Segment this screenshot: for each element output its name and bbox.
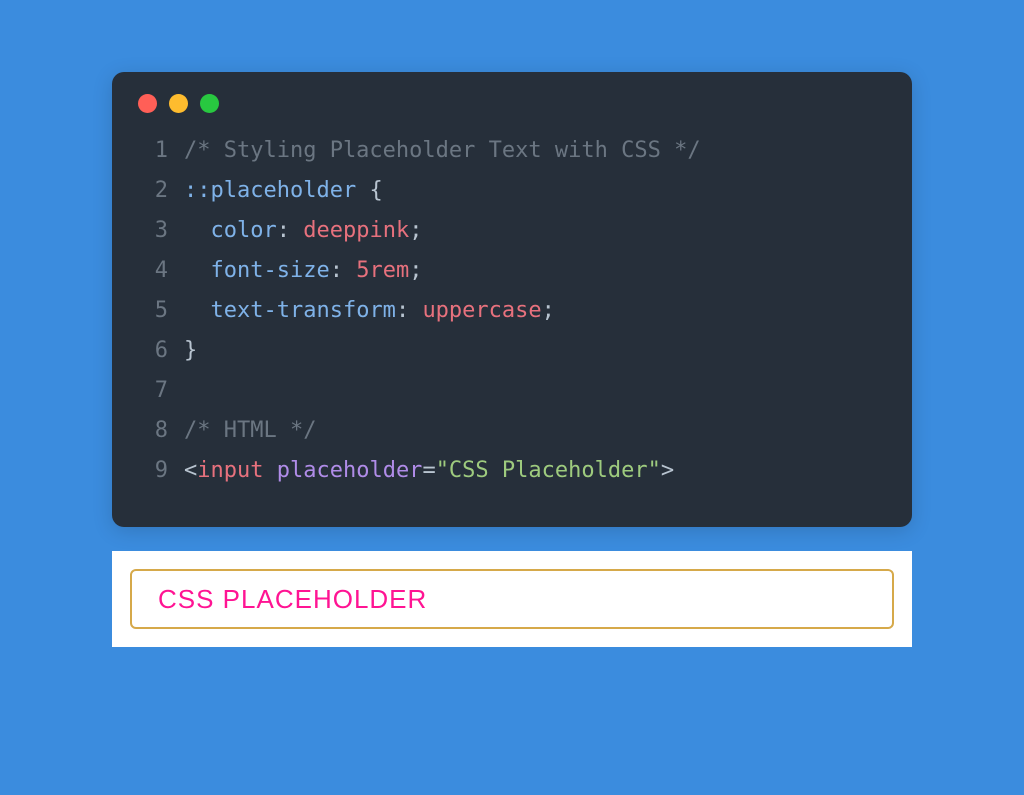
- code-token: placeholder: [211, 178, 370, 203]
- maximize-icon[interactable]: [200, 94, 219, 113]
- code-token: {: [369, 178, 382, 203]
- code-token: rem: [369, 258, 409, 283]
- line-number: 2: [138, 171, 168, 211]
- code-editor-window: 1 /* Styling Placeholder Text with CSS */…: [112, 72, 912, 527]
- line-number: 4: [138, 251, 168, 291]
- code-token: input: [197, 458, 276, 483]
- code-line: 2::placeholder {: [138, 171, 886, 211]
- code-token: ::: [184, 178, 211, 203]
- line-content: <input placeholder="CSS Placeholder">: [184, 451, 674, 491]
- code-line: 5 text-transform: uppercase;: [138, 291, 886, 331]
- code-token: [184, 258, 211, 283]
- code-line: 4 font-size: 5rem;: [138, 251, 886, 291]
- code-token: /* HTML */: [184, 418, 316, 443]
- code-line: 6}: [138, 331, 886, 371]
- code-token: placeholder: [277, 458, 423, 483]
- code-token: uppercase: [422, 298, 541, 323]
- line-number: 7: [138, 371, 168, 411]
- code-token: "CSS Placeholder": [436, 458, 661, 483]
- line-number: 9: [138, 451, 168, 491]
- line-content: color: deeppink;: [184, 211, 422, 251]
- line-number: 8: [138, 411, 168, 451]
- code-area: 1 /* Styling Placeholder Text with CSS */…: [112, 125, 912, 497]
- code-line: 1 /* Styling Placeholder Text with CSS */: [138, 131, 886, 171]
- code-token: }: [184, 338, 197, 363]
- code-token: [184, 298, 211, 323]
- minimize-icon[interactable]: [169, 94, 188, 113]
- preview-panel: [112, 551, 912, 647]
- code-line: 3 color: deeppink;: [138, 211, 886, 251]
- code-token: <: [184, 458, 197, 483]
- code-token: :: [277, 218, 304, 243]
- code-token: deeppink: [303, 218, 409, 243]
- line-number: 6: [138, 331, 168, 371]
- code-token: >: [661, 458, 674, 483]
- code-token: /* Styling Placeholder Text with CSS */: [184, 138, 701, 163]
- line-content: font-size: 5rem;: [184, 251, 422, 291]
- code-token: :: [396, 298, 423, 323]
- line-content: text-transform: uppercase;: [184, 291, 555, 331]
- code-token: 5: [356, 258, 369, 283]
- code-token: text-transform: [211, 298, 396, 323]
- line-number: 5: [138, 291, 168, 331]
- line-content: ::placeholder {: [184, 171, 383, 211]
- code-line: 7: [138, 371, 886, 411]
- code-token: :: [330, 258, 357, 283]
- close-icon[interactable]: [138, 94, 157, 113]
- code-token: ;: [409, 218, 422, 243]
- line-content: /* Styling Placeholder Text with CSS */: [184, 131, 701, 171]
- code-token: [184, 218, 211, 243]
- code-token: font-size: [211, 258, 330, 283]
- line-number: 3: [138, 211, 168, 251]
- line-content: }: [184, 331, 197, 371]
- code-line: 8 /* HTML */: [138, 411, 886, 451]
- placeholder-demo-input[interactable]: [130, 569, 894, 629]
- code-line: 9 <input placeholder="CSS Placeholder">: [138, 451, 886, 491]
- line-number: 1: [138, 131, 168, 171]
- code-token: =: [422, 458, 435, 483]
- code-token: ;: [542, 298, 555, 323]
- window-titlebar: [112, 72, 912, 125]
- code-token: ;: [409, 258, 422, 283]
- line-content: /* HTML */: [184, 411, 316, 451]
- code-token: color: [211, 218, 277, 243]
